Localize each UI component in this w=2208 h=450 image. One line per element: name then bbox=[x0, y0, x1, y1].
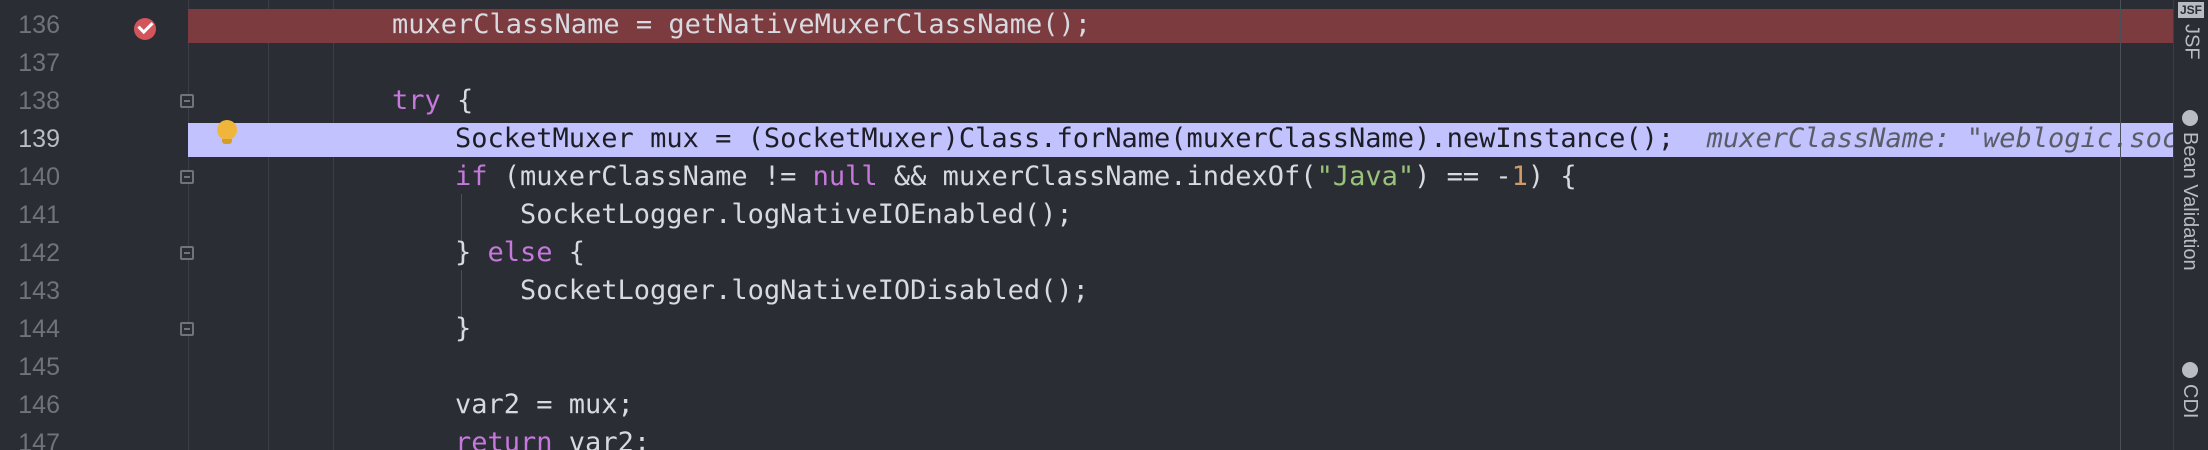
breakpoint-verified-icon[interactable] bbox=[134, 18, 156, 40]
code-line-141[interactable]: 141 SocketLogger.logNativeIOEnabled(); bbox=[0, 196, 2174, 234]
code-line-137[interactable]: 137 bbox=[0, 44, 2174, 82]
tool-tab-label: JSF bbox=[2180, 24, 2203, 60]
code-fragment: var2; bbox=[552, 427, 651, 450]
lightbulb-icon[interactable] bbox=[217, 120, 237, 144]
tool-tab-jsf[interactable]: JSF JSF bbox=[2178, 2, 2205, 60]
code-line-144[interactable]: 144 } bbox=[0, 310, 2174, 348]
code-line-139[interactable]: 139 SocketMuxer mux = (SocketMuxer)Class… bbox=[0, 120, 2208, 158]
line-number: 143 bbox=[18, 277, 60, 305]
tool-tab-cdi[interactable]: CDI bbox=[2178, 362, 2201, 418]
keyword: try bbox=[392, 85, 441, 116]
code-fragment: SocketMuxer mux = (SocketMuxer)Class.for… bbox=[455, 123, 1675, 154]
line-number: 137 bbox=[18, 49, 60, 77]
code-text: } bbox=[455, 313, 472, 344]
number-literal: 1 bbox=[1511, 161, 1528, 192]
code-fragment: { bbox=[440, 85, 474, 116]
code-fragment: (muxerClassName != bbox=[487, 161, 813, 192]
tool-tab-label: CDI bbox=[2179, 384, 2201, 419]
code-fragment: ) == - bbox=[1414, 161, 1512, 192]
code-text: if (muxerClassName != null && muxerClass… bbox=[455, 158, 1577, 196]
jsf-icon: JSF bbox=[2178, 2, 2205, 18]
code-line-142[interactable]: 142 } else { bbox=[0, 234, 2174, 272]
inline-debug-value[interactable]: muxerClassName: "weblogic.socke bbox=[1707, 123, 2208, 154]
right-tool-window-strip: JSF JSF Bean Validation CDI bbox=[2173, 0, 2208, 450]
code-text: SocketLogger.logNativeIODisabled(); bbox=[520, 275, 1089, 306]
line-number: 138 bbox=[18, 87, 60, 115]
code-line-147[interactable]: 147 return var2; bbox=[0, 424, 2174, 450]
cdi-icon bbox=[2181, 362, 2198, 378]
line-number: 139 bbox=[18, 125, 60, 153]
code-text: return var2; bbox=[455, 424, 650, 450]
keyword: null bbox=[812, 161, 878, 192]
code-text: try { bbox=[392, 82, 473, 120]
tool-tab-bean-validation[interactable]: Bean Validation bbox=[2178, 110, 2201, 271]
line-number: 145 bbox=[18, 353, 60, 381]
line-number: 140 bbox=[18, 163, 60, 191]
bean-validation-icon bbox=[2181, 110, 2198, 126]
code-fragment: } bbox=[455, 237, 488, 268]
code-line-138[interactable]: 138 try { bbox=[0, 82, 2174, 120]
code-fragment: { bbox=[552, 237, 586, 268]
fold-toggle-icon[interactable] bbox=[180, 246, 194, 260]
code-editor[interactable]: 136 muxerClassName = getNativeMuxerClass… bbox=[0, 0, 2208, 450]
right-margin-guide bbox=[2120, 0, 2121, 450]
code-line-143[interactable]: 143 SocketLogger.logNativeIODisabled(); bbox=[0, 272, 2174, 310]
line-number: 141 bbox=[18, 201, 60, 229]
line-number: 142 bbox=[18, 239, 60, 267]
fold-toggle-icon[interactable] bbox=[180, 170, 194, 184]
code-line-145[interactable]: 145 bbox=[0, 348, 2174, 386]
keyword: return bbox=[455, 427, 553, 450]
code-text: muxerClassName = getNativeMuxerClassName… bbox=[392, 9, 1091, 40]
fold-toggle-icon[interactable] bbox=[180, 322, 194, 336]
code-line-136[interactable]: 136 muxerClassName = getNativeMuxerClass… bbox=[0, 6, 2174, 44]
code-text: var2 = mux; bbox=[455, 389, 634, 420]
code-text: SocketLogger.logNativeIOEnabled(); bbox=[520, 199, 1073, 230]
code-fragment: ) { bbox=[1527, 161, 1577, 192]
code-fragment: && muxerClassName.indexOf( bbox=[877, 161, 1317, 192]
string-literal: "Java" bbox=[1316, 161, 1415, 192]
fold-toggle-icon[interactable] bbox=[180, 94, 194, 108]
code-text: SocketMuxer mux = (SocketMuxer)Class.for… bbox=[455, 120, 2208, 158]
line-number: 146 bbox=[18, 391, 60, 419]
keyword: else bbox=[487, 237, 553, 268]
code-text: } else { bbox=[455, 234, 585, 272]
keyword: if bbox=[455, 161, 488, 192]
line-number: 147 bbox=[18, 429, 60, 450]
code-line-140[interactable]: 140 if (muxerClassName != null && muxerC… bbox=[0, 158, 2174, 196]
tool-tab-label: Bean Validation bbox=[2179, 132, 2201, 271]
line-number: 136 bbox=[18, 11, 60, 39]
line-number: 144 bbox=[18, 315, 60, 343]
code-line-146[interactable]: 146 var2 = mux; bbox=[0, 386, 2174, 424]
